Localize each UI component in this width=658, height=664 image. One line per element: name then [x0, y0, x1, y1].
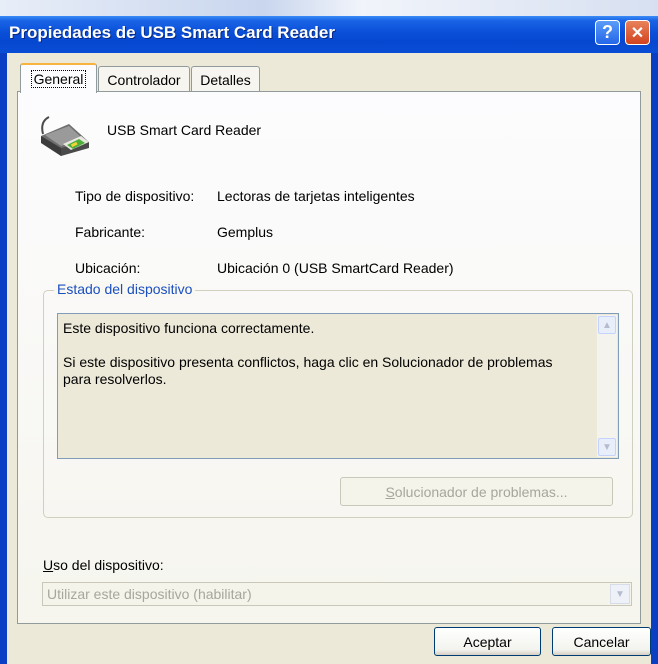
tab-controlador[interactable]: Controlador [98, 66, 190, 92]
troubleshoot-button-label: olucionador de problemas... [394, 483, 568, 500]
manufacturer-value: Gemplus [217, 224, 274, 240]
device-usage-value: Utilizar este dispositivo (habilitar) [47, 586, 252, 602]
usage-dropdown-button[interactable]: ▼ [610, 584, 630, 604]
manufacturer-label: Fabricante: [75, 224, 146, 240]
troubleshoot-button[interactable]: Solucionador de problemas... [340, 477, 613, 506]
ok-button-label: Aceptar [463, 633, 512, 650]
device-type-label: Tipo de dispositivo: [75, 188, 195, 204]
device-usage-label: Uso del dispositivo: [43, 557, 164, 573]
dialog-client-area: General Controlador Detalles USB Smart C… [7, 53, 651, 664]
usage-label-text: so del dispositivo: [53, 557, 164, 573]
help-icon: ? [602, 22, 613, 42]
cancel-button-label: Cancelar [573, 633, 630, 650]
scroll-down-button[interactable]: ▼ [598, 438, 616, 456]
desktop-background-strip [0, 0, 658, 16]
close-icon: ✕ [630, 24, 645, 42]
status-scrollbar[interactable]: ▲ ▼ [597, 315, 617, 457]
device-status-text: Este dispositivo funciona correctamente.… [63, 320, 573, 405]
help-button[interactable]: ? [595, 20, 620, 45]
smart-card-reader-icon [41, 116, 89, 156]
device-status-group: Estado del dispositivo Este dispositivo … [43, 281, 633, 518]
scroll-up-button[interactable]: ▲ [598, 316, 616, 334]
close-button[interactable]: ✕ [625, 20, 650, 45]
device-type-value: Lectoras de tarjetas inteligentes [217, 188, 415, 204]
title-bar[interactable]: Propiedades de USB Smart Card Reader ? ✕ [0, 16, 658, 53]
location-value: Ubicación 0 (USB SmartCard Reader) [217, 260, 454, 276]
location-label: Ubicación: [75, 260, 141, 276]
status-line-1: Este dispositivo funciona correctamente. [63, 320, 315, 336]
usage-access-key: U [43, 557, 54, 573]
tab-controlador-label: Controlador [107, 71, 181, 88]
device-name: USB Smart Card Reader [107, 122, 262, 138]
troubleshoot-access-key: S [385, 483, 395, 500]
device-status-textbox[interactable]: Este dispositivo funciona correctamente.… [57, 313, 619, 459]
chevron-down-icon: ▼ [602, 441, 612, 453]
chevron-up-icon: ▲ [602, 319, 612, 331]
cancel-button[interactable]: Cancelar [552, 627, 651, 656]
tab-detalles[interactable]: Detalles [191, 66, 260, 92]
status-line-2: Si este dispositivo presenta conflictos,… [63, 354, 553, 387]
general-tab-panel: USB Smart Card Reader Tipo de dispositiv… [17, 91, 641, 624]
device-usage-select[interactable]: Utilizar este dispositivo (habilitar) ▼ [42, 582, 632, 606]
ok-button[interactable]: Aceptar [434, 627, 541, 656]
tab-detalles-label: Detalles [200, 71, 251, 88]
chevron-down-icon: ▼ [615, 588, 625, 600]
properties-dialog: Propiedades de USB Smart Card Reader ? ✕… [0, 16, 658, 664]
device-status-group-label: Estado del dispositivo [54, 281, 196, 297]
tab-general-label: General [30, 70, 87, 88]
window-title: Propiedades de USB Smart Card Reader [9, 23, 335, 42]
tab-general[interactable]: General [20, 63, 97, 93]
